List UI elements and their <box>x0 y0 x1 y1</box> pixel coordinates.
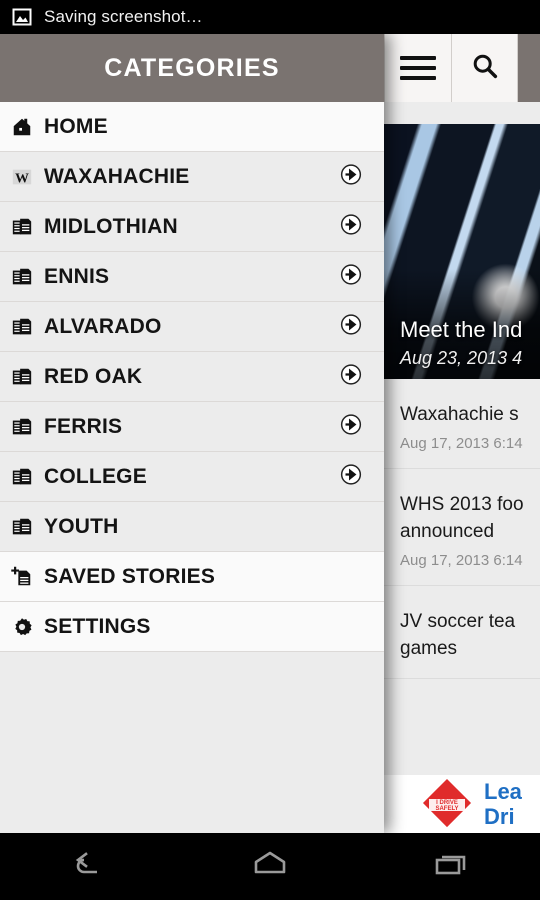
chevron-right-icon[interactable] <box>340 263 362 290</box>
sidebar-item-youth[interactable]: YOUTH <box>0 502 384 552</box>
image-icon <box>12 7 32 27</box>
sidebar-item-alvarado[interactable]: ALVARADO <box>0 302 384 352</box>
recent-apps-button[interactable] <box>360 844 540 889</box>
chevron-right-icon[interactable] <box>340 163 362 190</box>
ad-text: Lea Dri <box>484 779 522 829</box>
menu-button[interactable] <box>384 34 451 102</box>
drawer-header: CATEGORIES <box>0 34 384 102</box>
hero-date: Aug 23, 2013 4 <box>400 348 523 368</box>
sidebar-item-college[interactable]: COLLEGE <box>0 452 384 502</box>
article-title-line2: announced <box>400 521 495 542</box>
sidebar-item-home[interactable]: HOME <box>0 102 384 152</box>
back-button[interactable] <box>0 844 180 889</box>
sidebar-item-label: ALVARADO <box>44 314 162 338</box>
home-nav-icon <box>242 844 298 889</box>
featured-article-card[interactable]: Meet the Ind Aug 23, 2013 4 <box>384 124 540 379</box>
screen: Saving screenshot… Meet the Ind Aug 23, … <box>0 0 540 900</box>
chevron-right-icon[interactable] <box>340 413 362 440</box>
ad-line-1: Lea <box>484 779 522 804</box>
home-icon <box>0 116 44 138</box>
sidebar-item-label: COLLEGE <box>44 464 147 488</box>
sidebar-item-red-oak[interactable]: RED OAK <box>0 352 384 402</box>
list-item[interactable]: Waxahachie s Aug 17, 2013 6:14 <box>384 379 540 469</box>
list-item[interactable]: WHS 2013 foo announced Aug 17, 2013 6:14 <box>384 469 540 586</box>
home-button[interactable] <box>180 844 360 889</box>
sidebar-item-label: WAXAHACHIE <box>44 164 190 188</box>
list-item[interactable]: JV soccer tea games <box>384 586 540 679</box>
article-title: WHS 2013 foo <box>400 494 524 515</box>
newspaper-icon <box>0 316 44 338</box>
sidebar-item-saved-stories[interactable]: SAVED STORIES <box>0 552 384 602</box>
i-drive-safely-logo-icon: I DRIVE SAFELY <box>420 777 474 831</box>
drawer-item-list: HOME W WAXAHACHIE MIDLOTHIAN ENNIS ALVAR… <box>0 102 384 652</box>
newspaper-icon <box>0 266 44 288</box>
article-title: Waxahachie s <box>400 404 519 425</box>
ad-banner[interactable]: I DRIVE SAFELY Lea Dri <box>384 775 540 833</box>
status-text: Saving screenshot… <box>44 7 203 26</box>
newspaper-icon <box>0 216 44 238</box>
hero-title: Meet the Ind <box>400 317 523 342</box>
search-button[interactable] <box>451 34 518 102</box>
sidebar-item-label: SETTINGS <box>44 614 151 638</box>
chevron-right-icon[interactable] <box>340 313 362 340</box>
svg-text:W: W <box>15 170 29 185</box>
android-navigation-bar <box>0 833 540 900</box>
article-list[interactable]: Waxahachie s Aug 17, 2013 6:14 WHS 2013 … <box>384 379 540 833</box>
sidebar-item-label: SAVED STORIES <box>44 564 216 588</box>
ad-line-2: Dri <box>484 804 515 829</box>
sidebar-item-ennis[interactable]: ENNIS <box>0 252 384 302</box>
newspaper-icon <box>0 366 44 388</box>
article-date: Aug 17, 2013 6:14 <box>400 552 523 569</box>
sidebar-item-label: MIDLOTHIAN <box>44 214 178 238</box>
sidebar-item-waxahachie[interactable]: W WAXAHACHIE <box>0 152 384 202</box>
sidebar-item-label: ENNIS <box>44 264 110 288</box>
navigation-drawer: CATEGORIES HOME W WAXAHACHIE MIDLOTHIAN … <box>0 34 384 833</box>
drawer-title: CATEGORIES <box>104 53 280 82</box>
back-icon <box>62 844 118 889</box>
article-date: Aug 17, 2013 6:14 <box>400 435 523 452</box>
article-title: JV soccer tea <box>400 611 516 632</box>
status-bar: Saving screenshot… <box>0 0 540 34</box>
sidebar-item-label: FERRIS <box>44 414 123 438</box>
sidebar-item-label: HOME <box>44 114 108 138</box>
newspaper-icon <box>0 516 44 538</box>
article-title-line2: games <box>400 638 458 659</box>
sidebar-item-label: RED OAK <box>44 364 143 388</box>
newspaper-icon <box>0 416 44 438</box>
chevron-right-icon[interactable] <box>340 213 362 240</box>
save-document-icon <box>0 566 44 588</box>
sidebar-item-label: YOUTH <box>44 514 119 538</box>
sidebar-item-settings[interactable]: SETTINGS <box>0 602 384 652</box>
hamburger-icon <box>400 56 436 80</box>
chevron-right-icon[interactable] <box>340 463 362 490</box>
sidebar-item-ferris[interactable]: FERRIS <box>0 402 384 452</box>
svg-text:SAFELY: SAFELY <box>435 806 458 812</box>
search-icon <box>470 51 500 86</box>
drawer-empty-area <box>0 652 384 833</box>
w-logo-icon: W <box>0 166 44 188</box>
newspaper-icon <box>0 466 44 488</box>
gear-icon <box>0 616 44 638</box>
sidebar-item-midlothian[interactable]: MIDLOTHIAN <box>0 202 384 252</box>
recent-apps-icon <box>422 844 478 889</box>
chevron-right-icon[interactable] <box>340 363 362 390</box>
